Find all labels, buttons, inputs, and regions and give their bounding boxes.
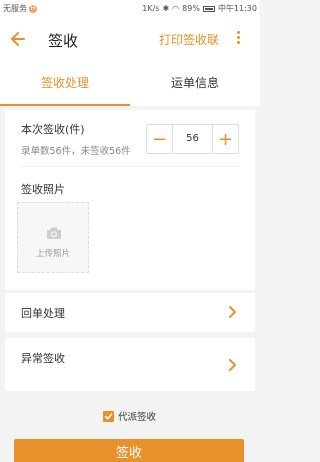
proxy-sign-option[interactable]: 代派签收 [103,409,156,423]
divider [21,166,239,167]
network-speed: 1K/s [142,4,160,13]
decrement-button[interactable]: − [147,125,173,153]
proxy-sign-checkbox[interactable] [103,410,114,422]
exception-sign-label: 异常签收 [21,352,65,365]
status-left: 无服务 H [3,3,37,14]
quantity-stepper: − 56 + [146,124,239,154]
page-title: 签收 [48,32,79,50]
carrier-text: 无服务 [3,4,27,13]
status-bar: 无服务 H 1K/s ✱ ◠ 89% 中午11:30 [0,0,260,17]
app-bar: 签收 打印签收联 [0,17,260,62]
more-dot-icon [236,41,240,44]
proxy-sign-label: 代派签收 [118,412,157,423]
print-receipt-button[interactable]: 打印签收联 [159,31,219,48]
count-label: 本次签收(件) [21,123,85,136]
back-button[interactable] [8,27,28,51]
back-arrow-icon [11,32,25,46]
status-right: 1K/s ✱ ◠ 89% 中午11:30 [142,3,257,14]
checkmark-icon [104,413,113,419]
chevron-right-icon [229,359,236,371]
exception-sign-row[interactable]: 异常签收 [5,338,255,391]
tab-sign-processing[interactable]: 签收处理 [0,62,130,106]
more-menu-button[interactable] [232,29,244,49]
bluetooth-icon: ✱ [162,4,170,13]
battery-percent: 89% [182,4,200,13]
tab-waybill-info[interactable]: 运单信息 [130,62,260,106]
sign-submit-button[interactable]: 签收 [14,439,244,462]
camera-icon [47,227,61,239]
chevron-right-icon [229,306,236,318]
photo-label: 签收照片 [21,183,65,196]
increment-button[interactable]: + [212,125,238,153]
more-dot-icon [236,31,240,34]
more-dot-icon [236,36,240,39]
quantity-input[interactable]: 56 [173,125,212,153]
tab-bar: 签收处理 运单信息 [0,62,260,106]
battery-icon [202,5,215,12]
sign-card: 本次签收(件) 录单数56件，未签收56件 − 56 + 签收照片 上传照片 [5,110,255,290]
return-receipt-row[interactable]: 回单处理 [5,293,255,332]
carrier-badge: H [29,4,37,13]
wifi-icon: ◠ [172,4,180,13]
count-summary: 录单数56件，未签收56件 [21,146,131,157]
upload-photo-button[interactable]: 上传照片 [17,202,89,273]
upload-photo-text: 上传照片 [35,249,70,259]
return-receipt-label: 回单处理 [21,307,65,320]
clock: 中午11:30 [217,4,257,13]
